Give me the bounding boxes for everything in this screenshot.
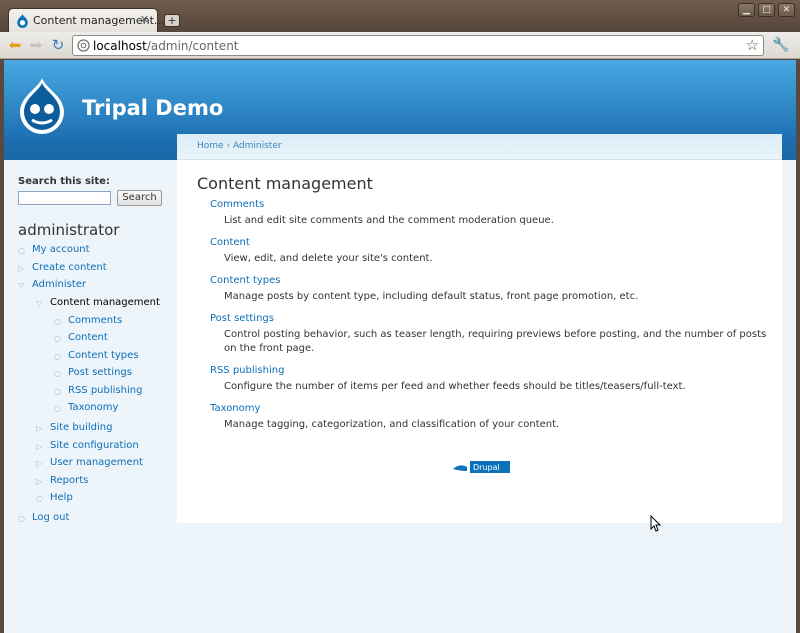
breadcrumb-administer[interactable]: Administer xyxy=(233,141,282,151)
circle-bullet-icon: ○ xyxy=(54,352,61,361)
breadcrumb-separator: › xyxy=(226,141,231,151)
maximize-button[interactable]: □ xyxy=(758,3,775,17)
tab-close-icon[interactable]: ✕ xyxy=(140,13,149,26)
admin-item: RSS publishing Configure the number of i… xyxy=(210,364,770,394)
drupal-favicon-icon xyxy=(17,14,28,28)
menu-label[interactable]: Administer xyxy=(32,279,86,290)
admin-item-description: View, edit, and delete your site's conte… xyxy=(224,253,433,264)
browser-titlebar: Content management... ✕ + ▁ □ ✕ xyxy=(0,0,800,32)
bookmark-star-icon[interactable]: ☆ xyxy=(746,36,759,54)
breadcrumb-home[interactable]: Home xyxy=(197,141,224,151)
url-text: localhost/admin/content xyxy=(93,39,239,53)
triangle-right-icon: ▷ xyxy=(36,424,43,433)
globe-icon xyxy=(77,39,90,52)
circle-bullet-icon: ○ xyxy=(54,387,61,396)
main-content: Home › Administer Content management Com… xyxy=(177,134,782,523)
triangle-right-icon: ▷ xyxy=(18,264,25,273)
circle-bullet-icon: ○ xyxy=(36,494,43,503)
powered-by-text: Drupal xyxy=(473,463,500,472)
triangle-right-icon: ▷ xyxy=(36,459,43,468)
mouse-cursor-icon xyxy=(650,515,662,532)
drupal-logo-icon[interactable] xyxy=(18,76,66,134)
page-viewport: Tripal Demo Search this site: Search adm… xyxy=(4,60,796,633)
browser-toolbar: ⬅ ➡ ↻ localhost/admin/content ☆ 🔧 xyxy=(0,32,800,59)
admin-item-link[interactable]: Comments xyxy=(210,198,770,212)
search-input[interactable] xyxy=(18,191,111,205)
admin-item: Taxonomy Manage tagging, categorization,… xyxy=(210,402,770,432)
admin-item-link[interactable]: Taxonomy xyxy=(210,402,770,416)
menu-label[interactable]: Site building xyxy=(50,422,112,433)
circle-bullet-icon: ○ xyxy=(18,514,25,523)
admin-item-list: Comments List and edit site comments and… xyxy=(210,198,770,440)
admin-item: Post settings Control posting behavior, … xyxy=(210,312,770,356)
minimize-button[interactable]: ▁ xyxy=(738,3,755,17)
back-arrow-icon[interactable]: ⬅ xyxy=(5,36,25,54)
menu-label[interactable]: Site configuration xyxy=(50,440,139,451)
circle-bullet-icon: ○ xyxy=(54,369,61,378)
url-path: /admin/content xyxy=(146,39,239,53)
admin-item: Content View, edit, and delete your site… xyxy=(210,236,770,266)
triangle-down-icon: ▽ xyxy=(18,281,25,290)
reload-icon[interactable]: ↻ xyxy=(48,36,68,54)
admin-item: Comments List and edit site comments and… xyxy=(210,198,770,228)
close-window-button[interactable]: ✕ xyxy=(778,3,795,17)
admin-item-link[interactable]: Post settings xyxy=(210,312,770,326)
breadcrumb: Home › Administer xyxy=(197,141,282,151)
user-heading: administrator xyxy=(18,221,120,239)
admin-item: Content types Manage posts by content ty… xyxy=(210,274,770,304)
admin-item-description: List and edit site comments and the comm… xyxy=(224,215,554,226)
admin-item-description: Manage tagging, categorization, and clas… xyxy=(224,419,560,430)
forward-arrow-icon[interactable]: ➡ xyxy=(26,36,46,54)
menu-label[interactable]: Help xyxy=(50,492,73,503)
menu-label[interactable]: Comments xyxy=(68,315,122,326)
menu-label[interactable]: Log out xyxy=(32,512,69,523)
circle-bullet-icon: ○ xyxy=(18,246,25,255)
triangle-right-icon: ▷ xyxy=(36,477,43,486)
circle-bullet-icon: ○ xyxy=(54,404,61,413)
menu-label[interactable]: My account xyxy=(32,244,90,255)
menu-label[interactable]: Content types xyxy=(68,350,139,361)
triangle-down-icon: ▽ xyxy=(36,299,43,308)
breadcrumb-bar: Home › Administer xyxy=(177,134,782,160)
admin-item-description: Manage posts by content type, including … xyxy=(224,291,639,302)
menu-label[interactable]: User management xyxy=(50,457,143,468)
admin-item-link[interactable]: Content xyxy=(210,236,770,250)
circle-bullet-icon: ○ xyxy=(54,334,61,343)
search-label: Search this site: xyxy=(18,176,110,187)
admin-item-description: Control posting behavior, such as teaser… xyxy=(224,329,767,354)
menu-label[interactable]: Create content xyxy=(32,262,107,273)
address-bar[interactable]: localhost/admin/content ☆ xyxy=(72,35,764,56)
menu-label[interactable]: RSS publishing xyxy=(68,385,142,396)
menu-label[interactable]: Taxonomy xyxy=(68,402,118,413)
menu-label[interactable]: Content management xyxy=(50,297,160,308)
new-tab-button[interactable]: + xyxy=(164,14,180,27)
wrench-icon[interactable]: 🔧 xyxy=(772,37,789,53)
menu-label[interactable]: Post settings xyxy=(68,367,132,378)
menu-label[interactable]: Content xyxy=(68,332,108,343)
admin-item-link[interactable]: RSS publishing xyxy=(210,364,770,378)
triangle-right-icon: ▷ xyxy=(36,442,43,451)
search-button[interactable]: Search xyxy=(117,190,162,206)
powered-by-drupal-badge[interactable]: Drupal xyxy=(450,461,510,473)
url-host: localhost xyxy=(93,39,147,53)
site-name[interactable]: Tripal Demo xyxy=(82,96,223,120)
circle-bullet-icon: ○ xyxy=(54,317,61,326)
menu-label[interactable]: Reports xyxy=(50,475,88,486)
page-title: Content management xyxy=(197,174,373,193)
browser-tab[interactable]: Content management... ✕ xyxy=(8,8,164,32)
admin-item-description: Configure the number of items per feed a… xyxy=(224,381,686,392)
admin-item-link[interactable]: Content types xyxy=(210,274,770,288)
